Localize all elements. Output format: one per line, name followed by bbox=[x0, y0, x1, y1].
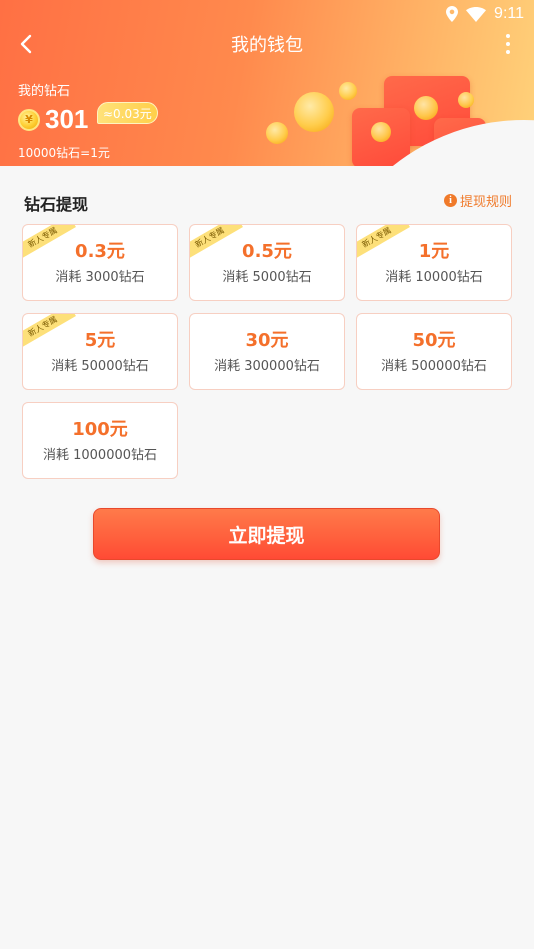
location-icon bbox=[446, 6, 459, 22]
withdraw-option-card[interactable]: 新人专属 5元 消耗 50000钻石 bbox=[22, 313, 178, 390]
withdraw-option-card[interactable]: 100元 消耗 1000000钻石 bbox=[22, 402, 178, 479]
new-user-badge: 新人专属 bbox=[23, 225, 76, 262]
more-dot-icon bbox=[506, 34, 510, 38]
option-amount: 0.5元 bbox=[242, 241, 292, 262]
option-cost: 消耗 3000钻石 bbox=[55, 270, 145, 285]
option-cost: 消耗 50000钻石 bbox=[51, 359, 149, 374]
option-cost: 消耗 300000钻石 bbox=[214, 359, 320, 374]
status-time: 9:11 bbox=[494, 5, 524, 22]
info-icon: i bbox=[443, 194, 457, 207]
withdraw-option-card[interactable]: 新人专属 1元 消耗 10000钻石 bbox=[356, 224, 512, 301]
wifi-icon bbox=[466, 6, 487, 22]
option-amount: 0.3元 bbox=[75, 241, 125, 262]
back-button[interactable] bbox=[12, 30, 40, 58]
withdraw-option-card[interactable]: 30元 消耗 300000钻石 bbox=[189, 313, 345, 390]
option-amount: 5元 bbox=[84, 330, 116, 351]
withdraw-now-button[interactable]: 立即提现 bbox=[93, 508, 440, 560]
diamond-balance-label: 我的钻石 bbox=[18, 84, 71, 99]
withdraw-rules-label: 提现规则 bbox=[459, 195, 512, 210]
header-curve-fill bbox=[0, 166, 534, 186]
new-user-badge: 新人专属 bbox=[23, 314, 76, 351]
option-cost: 消耗 5000钻石 bbox=[222, 270, 312, 285]
new-user-badge: 新人专属 bbox=[357, 225, 410, 262]
option-amount: 100元 bbox=[72, 419, 128, 440]
coin-icon: ¥ bbox=[18, 108, 40, 131]
option-amount: 30元 bbox=[245, 330, 289, 351]
new-user-badge: 新人专属 bbox=[190, 225, 243, 262]
option-cost: 消耗 500000钻石 bbox=[381, 359, 487, 374]
more-dot-icon bbox=[506, 42, 510, 46]
more-dot-icon bbox=[506, 50, 510, 54]
withdraw-option-card[interactable]: 新人专属 0.3元 消耗 3000钻石 bbox=[22, 224, 178, 301]
option-cost: 消耗 10000钻石 bbox=[385, 270, 483, 285]
option-cost: 消耗 1000000钻石 bbox=[42, 448, 158, 463]
nav-bar: 我的钱包 bbox=[0, 28, 534, 60]
withdraw-option-card[interactable]: 50元 消耗 500000钻石 bbox=[356, 313, 512, 390]
exchange-rate: 10000钻石=1元 bbox=[18, 146, 110, 160]
wallet-header: 9:11 我的钱包 我的钻石 ¥ 301 ≈0.03元 10000钻石=1元 bbox=[0, 0, 534, 166]
option-amount: 1元 bbox=[418, 241, 450, 262]
withdraw-rules-link[interactable]: i 提现规则 bbox=[443, 191, 512, 210]
section-title: 钻石提现 bbox=[24, 195, 89, 214]
balance-row: ¥ 301 bbox=[18, 104, 88, 135]
chevron-left-icon bbox=[20, 34, 32, 54]
withdraw-option-card[interactable]: 新人专属 0.5元 消耗 5000钻石 bbox=[189, 224, 345, 301]
option-amount: 50元 bbox=[412, 330, 456, 351]
diamond-balance: 301 bbox=[45, 104, 89, 134]
more-options-button[interactable] bbox=[500, 30, 516, 58]
page-title: 我的钱包 bbox=[231, 35, 303, 56]
status-bar: 9:11 bbox=[0, 0, 534, 28]
cash-equivalent-badge: ≈0.03元 bbox=[97, 102, 158, 124]
